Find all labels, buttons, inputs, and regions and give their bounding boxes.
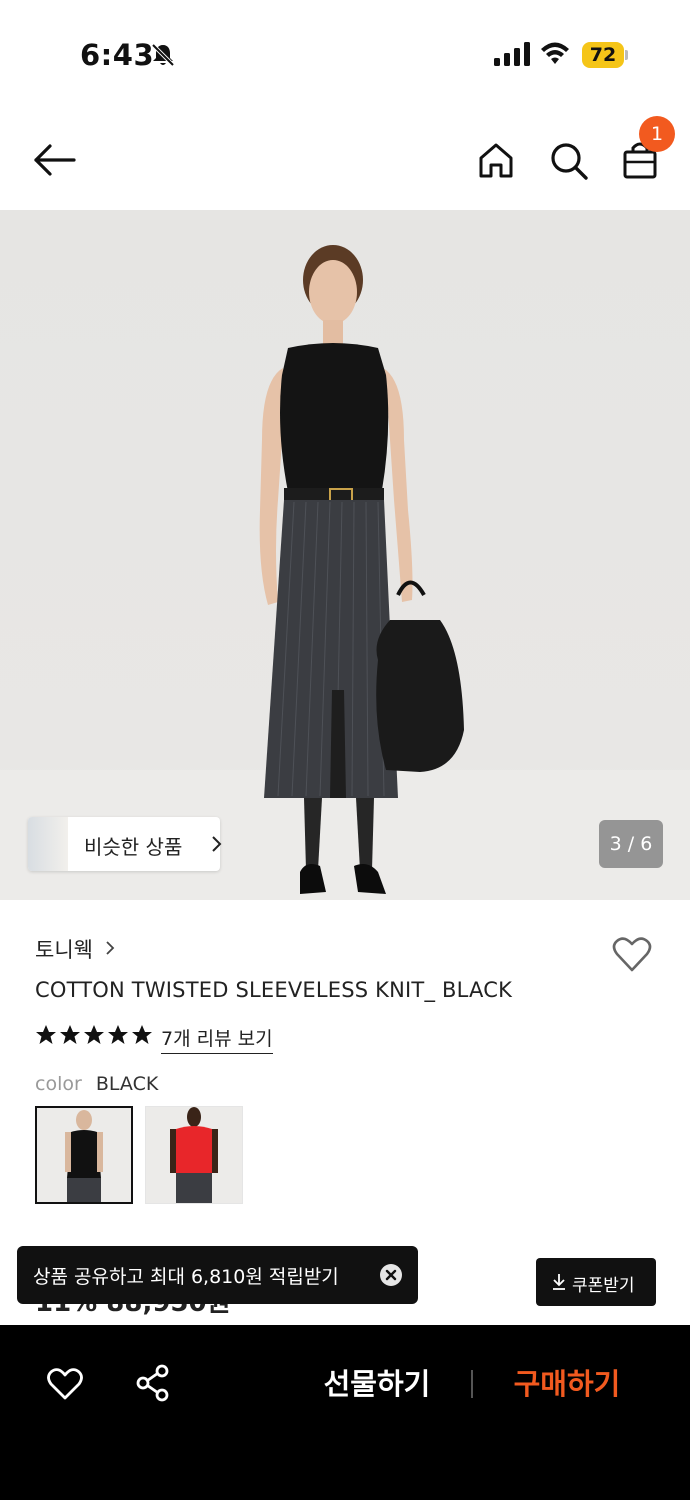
download-icon <box>553 1274 565 1290</box>
similar-products-label: 비슷한 상품 <box>84 835 183 859</box>
star-icon <box>108 1025 128 1044</box>
similar-products-button[interactable]: 비슷한 상품 <box>28 817 222 871</box>
heart-icon[interactable] <box>610 932 654 976</box>
heart-icon[interactable] <box>46 1366 84 1402</box>
color-swatch-black[interactable] <box>35 1106 133 1204</box>
review-link[interactable]: 7개 리뷰 보기 <box>161 1024 273 1054</box>
gift-button[interactable]: 선물하기 <box>312 1362 442 1406</box>
coupon-download-button[interactable]: 쿠폰받기 <box>536 1258 656 1306</box>
image-page-indicator: 3 / 6 <box>599 820 663 868</box>
signal-icon <box>494 42 530 66</box>
coupon-label: 쿠폰받기 <box>572 1276 635 1296</box>
color-swatch-red[interactable] <box>145 1106 243 1204</box>
color-selector-label: color BLACK <box>35 1073 158 1095</box>
rating-stars <box>36 1025 152 1044</box>
color-label: color <box>35 1073 82 1095</box>
share-reward-toast[interactable]: 상품 공유하고 최대 6,810원 적립받기 <box>17 1246 418 1304</box>
similar-products-thumbnail <box>28 817 68 871</box>
buy-button[interactable]: 구매하기 <box>502 1362 632 1406</box>
chevron-right-icon <box>212 836 222 852</box>
battery-icon: 72 <box>582 42 628 68</box>
star-icon <box>84 1025 104 1044</box>
swatch-red-image <box>146 1107 242 1203</box>
product-title: COTTON TWISTED SLEEVELESS KNIT_ BLACK <box>35 978 513 1002</box>
battery-level: 72 <box>582 42 624 68</box>
close-icon[interactable] <box>380 1264 402 1286</box>
wifi-icon <box>541 42 569 64</box>
brand-link[interactable]: 토니웩 <box>35 934 93 964</box>
star-icon <box>36 1025 56 1044</box>
cart-count-badge: 1 <box>639 116 675 152</box>
chevron-right-icon[interactable] <box>104 940 116 956</box>
star-icon <box>132 1025 152 1044</box>
star-icon <box>60 1025 80 1044</box>
share-icon[interactable] <box>135 1364 171 1402</box>
status-bar: 6:43 72 <box>0 0 690 110</box>
arrow-left-icon[interactable] <box>30 138 80 182</box>
bell-off-icon <box>151 43 175 67</box>
divider <box>471 1370 473 1398</box>
product-image-gallery[interactable]: 비슷한 상품 3 / 6 <box>0 210 690 900</box>
bottom-action-bar <box>0 1325 690 1500</box>
status-time: 6:43 <box>80 38 155 72</box>
product-photo <box>0 245 690 900</box>
color-value: BLACK <box>95 1073 159 1095</box>
search-icon[interactable] <box>547 138 591 182</box>
toast-text: 상품 공유하고 최대 6,810원 적립받기 <box>33 1266 339 1288</box>
swatch-black-image <box>37 1108 131 1202</box>
top-nav <box>0 110 690 210</box>
home-icon[interactable] <box>476 138 516 182</box>
